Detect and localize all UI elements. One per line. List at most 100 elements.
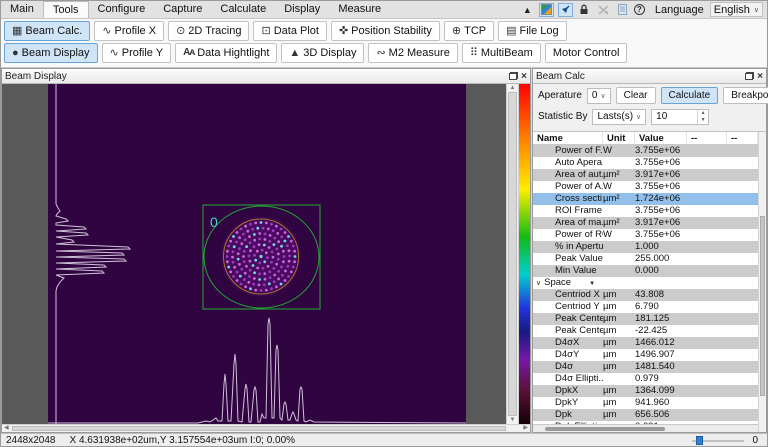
file-icon[interactable] — [615, 3, 630, 17]
table-row-d4-x[interactable]: D4σX µm 1466.012 — [533, 337, 758, 349]
table-row-peak-cente[interactable]: Peak Cente...µm 181.125 — [533, 313, 758, 325]
toolbar-button-label: Profile Y — [121, 47, 164, 59]
close-icon[interactable]: × — [757, 71, 763, 81]
toolbar-button-3d-display[interactable]: ▲ 3D Display — [281, 43, 365, 63]
table-horizontal-scrollbar[interactable] — [533, 424, 758, 432]
table-row-roi-frame[interactable]: ROI Frame 3.755e+06 — [533, 205, 758, 217]
table-row-area-of-ma[interactable]: Area of ma...µm² 3.917e+06 — [533, 217, 758, 229]
table-vertical-scrollbar[interactable] — [758, 132, 766, 432]
column-header-value[interactable]: Value — [635, 132, 687, 144]
beam-horizontal-scrollbar[interactable]: ◀ ▶ — [2, 424, 530, 432]
collapse-chevron-icon[interactable]: ∨ — [536, 280, 541, 287]
language-select[interactable]: English ∨ — [709, 2, 763, 17]
table-row-d4[interactable]: D4σ µm 1481.540 — [533, 361, 758, 373]
slider-thumb[interactable] — [696, 435, 704, 445]
table-row-min-value[interactable]: Min Value 0.000 — [533, 265, 758, 277]
scroll-down-icon[interactable]: ▼ — [507, 417, 518, 423]
table-row-dpky[interactable]: DpkY µm 941.960 — [533, 397, 758, 409]
table-row-dpkx[interactable]: DpkX µm 1364.099 — [533, 385, 758, 397]
menu-item-capture[interactable]: Capture — [154, 1, 211, 18]
colormap-icon[interactable] — [538, 2, 554, 17]
scroll-up-icon[interactable]: ▲ — [507, 85, 518, 91]
toolbar-button-file-log[interactable]: ▤ File Log — [498, 21, 567, 41]
toolbar-button-beam-calc[interactable]: ▦ Beam Calc. — [4, 21, 91, 41]
toolbar-button-beam-display[interactable]: ● Beam Display — [4, 43, 98, 63]
toolbar-button-tcp[interactable]: ⊕ TCP — [443, 21, 495, 41]
table-row-power-of-f[interactable]: Power of F... W 3.755e+06 — [533, 145, 758, 157]
statistic-mode-value: Lasts(s) — [597, 111, 634, 122]
table-row-centriod-x[interactable]: Centriod Xµm 43.808 — [533, 289, 758, 301]
table-row-auto-apera[interactable]: Auto Apera... 3.755e+06 — [533, 157, 758, 169]
toolbar-button-2d-tracing[interactable]: ⊙ 2D Tracing — [168, 21, 250, 41]
column-header-name[interactable]: Name — [533, 132, 603, 144]
table-row-centriod-y[interactable]: Centriod Yµm 6.790 — [533, 301, 758, 313]
table-row-cross-secti[interactable]: Cross secti...µm² 1.724e+06 — [533, 193, 758, 205]
crossed-arrows-icon[interactable] — [596, 3, 611, 17]
restore-icon[interactable] — [509, 72, 519, 80]
restore-icon[interactable] — [745, 72, 755, 80]
scrollbar-thumb[interactable] — [545, 427, 665, 431]
menu-item-configure[interactable]: Configure — [89, 1, 155, 18]
table-row-peak-value[interactable]: Peak Value 255.000 — [533, 253, 758, 265]
beam-vertical-scrollbar[interactable]: ▲ ▼ — [506, 84, 518, 424]
cell-value: 656.506 — [635, 409, 670, 420]
frame-slider[interactable] — [692, 435, 745, 446]
collapse-toolbar-icon[interactable]: ▲ — [520, 3, 535, 17]
toolbar-button-m2-measure[interactable]: ∾ M2 Measure — [368, 43, 458, 63]
calculate-button[interactable]: Calculate — [660, 87, 719, 104]
menu-item-main[interactable]: Main — [1, 1, 43, 18]
column-header-stat[interactable]: -- — [687, 132, 727, 144]
table-row-power-of-roi[interactable]: Power of ROIW 3.755e+06 — [533, 229, 758, 241]
table-row-dpk[interactable]: Dpk µm 656.506 — [533, 409, 758, 421]
aperture-select[interactable]: 0 ∨ — [586, 87, 611, 104]
table-row-power-of-a[interactable]: Power of A...W 3.755e+06 — [533, 181, 758, 193]
statistic-count-stepper[interactable]: 10 ▲ ▼ — [651, 108, 710, 125]
toolbar-button-profile-x[interactable]: ∿ Profile X — [94, 21, 165, 41]
globe-icon: ⊕ — [451, 24, 462, 37]
pin-icon[interactable] — [557, 2, 573, 17]
scroll-right-icon[interactable]: ▶ — [523, 425, 528, 432]
help-icon[interactable]: ? — [633, 4, 645, 15]
statistic-count-value: 10 — [656, 111, 668, 122]
toolbar-button-data-hightlight[interactable]: Aᴀ Data Hightlight — [175, 43, 278, 63]
toolbar-button-profile-y[interactable]: ∿ Profile Y — [101, 43, 172, 63]
cell-stat-2 — [727, 325, 758, 337]
table-row-d4-y[interactable]: D4σY µm 1496.907 — [533, 349, 758, 361]
column-header-stat[interactable]: -- — [727, 132, 758, 144]
scrollbar-thumb[interactable] — [12, 426, 506, 431]
breakpoint-button[interactable]: Breakpoint — [723, 87, 768, 104]
intensity-colorbar — [518, 84, 530, 424]
table-row-in-aperture[interactable]: % in Aperture 1.000 — [533, 241, 758, 253]
scrollbar-thumb[interactable] — [508, 92, 517, 416]
table-row-peak-cente[interactable]: Peak Cente...µm -22.425 — [533, 325, 758, 337]
clear-button[interactable]: Clear — [615, 87, 656, 104]
beam-canvas[interactable]: 0 — [2, 84, 506, 424]
cell-stat-2 — [727, 409, 758, 421]
column-header-unit[interactable]: Unit — [603, 132, 635, 144]
scrollbar-thumb[interactable] — [760, 216, 765, 396]
toolbar-button-data-plot[interactable]: ⊡ Data Plot — [253, 21, 327, 41]
spin-down-icon[interactable]: ▼ — [698, 117, 708, 124]
lock-icon[interactable] — [577, 3, 592, 17]
cell-name: ROI Frame — [555, 205, 602, 216]
cell-value: 3.917e+06 — [635, 169, 681, 180]
menu-item-tools[interactable]: Tools — [42, 1, 89, 18]
menu-item-calculate[interactable]: Calculate — [211, 1, 275, 18]
toolbar-button-multibeam[interactable]: ⠿ MultiBeam — [461, 43, 541, 63]
table-group-row-space[interactable]: ∨ Space ▼ — [533, 277, 758, 289]
spin-up-icon[interactable]: ▲ — [698, 110, 708, 117]
statistic-mode-select[interactable]: Lasts(s) ∨ — [592, 108, 647, 125]
cell-name: Min Value — [555, 265, 597, 276]
toolbar-button-motor-control[interactable]: Motor Control — [544, 43, 628, 63]
close-icon[interactable]: × — [521, 71, 527, 81]
toolbar-button-position-stability[interactable]: ✜ Position Stability — [330, 21, 440, 41]
menu-item-display[interactable]: Display — [275, 1, 329, 18]
menu-item-measure[interactable]: Measure — [329, 1, 390, 18]
cell-stat-2 — [727, 397, 758, 409]
scroll-left-icon[interactable]: ◀ — [4, 425, 9, 432]
table-row-area-of-aut[interactable]: Area of aut...µm² 3.917e+06 — [533, 169, 758, 181]
cell-value: 0.979 — [635, 373, 659, 384]
table-row-d4-ellipti[interactable]: D4σ Ellipti... 0.979 — [533, 373, 758, 385]
cell-name: Centriod X — [555, 289, 600, 300]
cell-value: 1.724e+06 — [635, 193, 681, 204]
